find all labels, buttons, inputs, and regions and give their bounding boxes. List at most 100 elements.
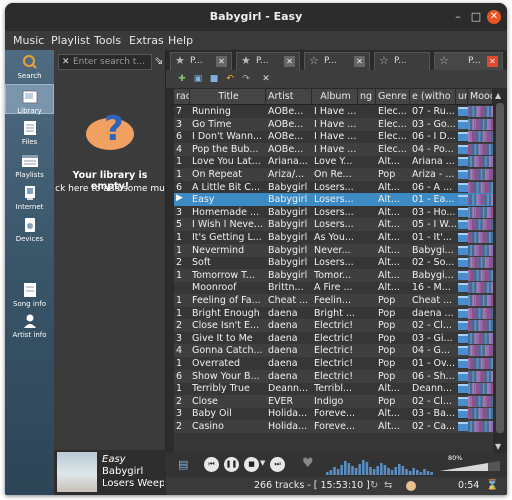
table-row[interactable]: 1 Terribly True Deann... Terribl... Alt... De… [174,382,493,395]
sidebar-item-library[interactable]: Library [5,84,54,115]
moodbar-segment [484,194,487,206]
undo-icon[interactable]: ↶ [224,73,236,85]
splitter[interactable] [166,89,174,453]
new-playlist-icon[interactable]: ✚ [176,73,188,85]
load-playlist-icon[interactable]: ▣ [192,73,204,85]
table-row[interactable]: 4 Gonna Catch... daena Electric! Pop 04 - G..… [174,344,493,358]
next-button[interactable]: ⏭ [270,457,285,472]
previous-button[interactable]: ⏮ [204,457,219,472]
table-row[interactable]: 1 Love You Lat... Ariana... Love Y... Alt...… [174,155,493,168]
menu-playlist[interactable]: Playlist [51,34,90,47]
table-row[interactable]: 1 On Repeat Ariza/... On Re... Pop Ariza - ..… [174,168,493,181]
table-row[interactable]: 1 Nevermind Babygirl Never... Alt... Babygi..… [174,243,493,257]
moodbar-segment [474,257,477,269]
table-row[interactable]: 6 I Don't Wann... AOBe... I Have ... Elec...… [174,130,493,143]
tab-close-icon[interactable]: ✕ [284,56,295,67]
clear-playlist-icon[interactable]: ✕ [260,73,272,85]
table-row[interactable]: 7 Running AOBe... I Have ... Elec... 07 - Ru.… [174,105,493,118]
tab-playlist-3[interactable]: ☆ P... ✕ [304,52,370,70]
column-album[interactable]: Album [312,89,358,105]
moodbar-segment [484,257,487,269]
minimize-button[interactable]: – [451,10,465,24]
menu-extras[interactable]: Extras [129,34,164,47]
clear-icon[interactable]: ✕ [62,55,70,69]
moodbar-segment [472,131,475,143]
table-row[interactable]: 6 Show Your B... daena Electric! Pop 06 - Sh.… [174,369,493,383]
library-search-input[interactable]: ✕ Enter search t... [58,54,152,70]
maximize-button[interactable]: □ [469,10,483,24]
sidebar-item-song-info[interactable]: Song info [5,282,54,308]
column-source[interactable]: ur [456,89,468,105]
table-row[interactable]: 2 Casino Holida... Foreve... Alt... 02 - Ca..… [174,420,493,433]
tab-close-icon[interactable]: ✕ [216,56,227,67]
column-genre[interactable]: Genre [376,89,410,105]
stop-menu-chevron-down-icon[interactable]: ▼ [260,459,265,467]
cell-title: Pop the Bub... [192,143,259,155]
moodbar-segment [470,383,473,395]
sidebar-item-devices[interactable]: Devices [5,217,54,243]
table-row[interactable]: 2 Close EVER Indigo Pop 02 - Cl... [174,394,493,408]
filter-icon[interactable]: ⇘ [154,54,163,67]
sidebar-item-artist-info[interactable]: Artist info [5,313,54,339]
sidebar-item-search[interactable]: Search [5,54,54,80]
pause-button[interactable]: ❚❚ [224,457,239,472]
sidebar-item-playlists[interactable]: Playlists [5,153,54,179]
table-row[interactable]: 1 It's Getting L... Babygirl As You... Alt..… [174,231,493,244]
love-icon[interactable]: ♥ [302,456,314,471]
table-row[interactable]: 3 Baby Oil Holida... Foreve... Alt... 03 - Ba… [174,407,493,420]
scroll-up-icon[interactable]: ▲ [495,91,501,100]
sidebar-item-internet[interactable]: Internet [5,185,54,211]
scrollbar-thumb[interactable] [496,103,504,433]
table-row[interactable]: 4 Pop the Bub... AOBe... I Have ... Elec... 0… [174,142,493,156]
table-row[interactable]: 1 Feeling of Fa... Cheat ... Feelin... Pop Ch… [174,294,493,307]
column-length[interactable]: ng [358,89,376,105]
table-row-playing[interactable]: Easy Babygirl Losers... Alt... 01 - Ea... ▶ [174,193,493,207]
table-row[interactable]: 2 Soft Babygirl Losers... Alt... 02 - So... [174,256,493,269]
table-row[interactable]: 1 Overrated daena Electric! Pop 01 - Ov... [174,357,493,370]
table-row[interactable]: 2 Close Isn't E... daena Electric! Pop 02 - C… [174,319,493,333]
save-playlist-icon[interactable]: ■ [208,73,220,85]
moodbar-segment [489,370,492,382]
column-mood[interactable]: Mood [468,89,493,105]
menu-tools[interactable]: Tools [94,34,121,47]
column-artist[interactable]: Artist [266,89,312,105]
album-cover[interactable] [57,452,97,492]
column-track[interactable]: rac [174,89,190,105]
scroll-down-icon[interactable]: ▼ [495,442,501,451]
moodbar-segment [489,143,492,155]
cell-album: Terribl... [314,383,353,395]
column-title[interactable]: Title [190,89,266,105]
folder-icon [458,258,468,268]
table-row[interactable]: 6 A Little Bit C... Babygirl Losers... Alt..… [174,181,493,194]
table-row[interactable]: 3 Homemade ... Babygirl Losers... Alt... 03 -… [174,206,493,219]
vertical-scrollbar[interactable]: ▲ ▼ [493,89,507,453]
table-row[interactable]: 1 Tomorrow T... Babygirl Tomor... Alt... Baby… [174,268,493,282]
table-row[interactable]: 5 I Wish I Neve... Babygirl Losers... Alt...… [174,218,493,232]
column-file[interactable]: e (witho [410,89,456,105]
tab-playlist-2[interactable]: ★ P... ✕ [236,52,300,70]
playlist-view-icon[interactable]: ▤ [178,458,188,471]
menu-help[interactable]: Help [168,34,193,47]
seek-handle[interactable] [406,481,416,491]
table-row[interactable]: 3 Go Time AOBe... I Have ... Elec... 03 - Go.… [174,117,493,131]
library-add-music-link[interactable]: ck here to add some mu [54,184,166,194]
stop-button[interactable]: ■ [244,457,259,472]
repeat-icon[interactable]: ↻ [370,480,378,491]
cell-genre: Alt... [378,156,400,168]
shuffle-icon[interactable]: ⇆ [384,480,392,491]
tab-close-icon[interactable]: ✕ [354,56,365,67]
analyzer-visualization[interactable] [326,455,436,475]
redo-icon[interactable]: ↷ [240,73,252,85]
moodbar-segment [470,332,473,344]
moodbar-segment [489,320,492,332]
table-row[interactable]: 3 Give It to Me daena Electric! Pop 03 - Gi..… [174,332,493,345]
tab-close-icon[interactable]: ✕ [487,56,498,67]
close-button[interactable]: ✕ [487,10,501,24]
tab-playlist-active[interactable]: ☆ P... ✕ [434,52,503,70]
table-row[interactable]: 1 Bright Enough daena Bright ... Pop daena ..… [174,307,493,320]
menu-music[interactable]: Music [13,34,44,47]
tab-playlist-4[interactable]: ☆ P... [374,52,430,70]
tab-playlist-1[interactable]: ★ P... ✕ [170,52,232,70]
table-row[interactable]: Moonroof Brittn... A Fire ... Alt... 16 - M.… [174,281,493,294]
sidebar-item-files[interactable]: Files [5,120,54,146]
